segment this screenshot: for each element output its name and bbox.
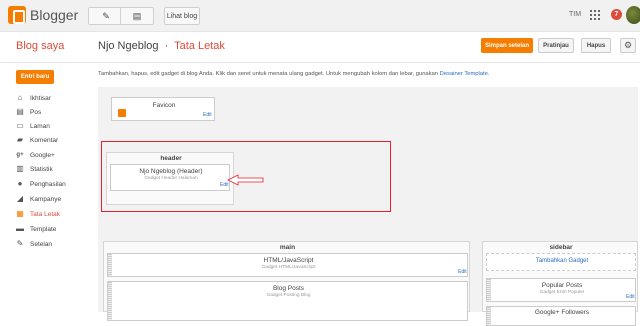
blog-posts-gadget[interactable]: Blog Posts Gadget Posting Blog [107,281,468,321]
main-section-label: main [279,244,296,251]
header-divider [0,62,640,63]
gadget-title: Google+ Followers [534,309,590,316]
wrench-icon: ✎ [16,239,24,248]
sidebar-item-komentar[interactable]: ▰ Komentar [16,134,58,146]
layout-icon: ▦ [16,209,24,218]
sidebar-item-statistik[interactable]: ▥ Statistik [16,163,53,175]
avatar[interactable] [626,6,640,24]
gadget-subtitle: Gadget Entri Populer [539,290,585,295]
add-gadget-slot[interactable]: Tambahkan Gadget [486,253,636,271]
app-title[interactable]: Blogger [30,7,78,23]
sidebar-item-template[interactable]: ▬ Template [16,223,56,235]
sidebar-item-label: Penghasilan [30,180,66,188]
popular-posts-gadget[interactable]: Popular Posts Gadget Entri Populer Edit [486,278,636,302]
template-icon: ▬ [16,224,24,233]
new-post-toolbar-button[interactable]: ✎ [88,7,124,25]
html-javascript-gadget[interactable]: HTML/JavaScript Gadget HTML/JavaScript E… [107,253,468,277]
sidebar-item-tata-letak[interactable]: ▦ Tata Letak [16,208,60,220]
sidebar-item-label: Statistik [30,165,53,173]
add-gadget-link[interactable]: Tambahkan Gadget [487,258,637,264]
page-title: Njo Ngeblog · Tata Letak [98,40,225,52]
gadget-title: HTML/JavaScript [263,257,314,264]
sidebar-item-label: Kampanye [30,195,62,203]
favicon-title: Favicon [152,102,176,109]
gadget-subtitle: Gadget Posting Blog [266,293,311,298]
save-settings-button[interactable]: Simpan setelan [481,38,533,53]
preview-button[interactable]: Pratinjau [538,38,574,53]
user-name[interactable]: TIM [569,11,581,18]
apps-grid-icon[interactable] [590,10,600,20]
blogger-logo-icon[interactable] [8,6,26,24]
title-separator: · [164,40,169,52]
sidebar-item-setelan[interactable]: ✎ Setelan [16,238,52,250]
sidebar-item-label: Pos [30,108,42,116]
description-end: . [487,71,490,77]
campaign-icon: ◢ [16,194,24,203]
blog-saya-link[interactable]: Blog saya [16,40,64,52]
comment-icon: ▰ [16,135,24,144]
sidebar-section: sidebar Tambahkan Gadget Popular Posts G… [482,241,638,326]
gadget-edit-link[interactable]: Edit [458,269,467,275]
sidebar-item-label: Google+ [30,151,55,159]
sidebar-item-label: Tata Letak [30,210,60,218]
sidebar-item-label: Laman [30,122,50,130]
favicon-gadget[interactable]: Favicon Edit [111,97,215,121]
sidebar-item-laman[interactable]: ▭ Laman [16,120,50,132]
google-followers-gadget[interactable]: Google+ Followers [486,306,636,326]
delete-button[interactable]: Hapus [581,38,611,53]
favicon-edit-link[interactable]: Edit [203,112,212,118]
blog-name: Njo Ngeblog [98,40,159,52]
gadget-subtitle: Gadget HTML/JavaScript [261,265,316,270]
sidebar-item-pos[interactable]: ▤ Pos [16,106,41,118]
pages-icon: ▤ [132,10,142,21]
stats-icon: ▥ [16,164,24,173]
top-bar: Blogger ✎ ▤ Lihat blog TIM 7 [0,0,640,32]
description-text: Tambahkan, hapus, edit gadget di blog An… [98,71,439,77]
notification-badge[interactable]: 7 [611,9,622,20]
pages-toolbar-button[interactable]: ▤ [120,7,154,25]
sidebar-item-label: Setelan [30,240,53,248]
sidebar-item-kampanye[interactable]: ◢ Kampanye [16,193,61,205]
layout-description: Tambahkan, hapus, edit gadget di blog An… [98,71,490,77]
earnings-icon: ● [17,179,23,188]
sidebar-item-penghasilan[interactable]: ● Penghasilan [16,178,66,190]
sidebar-item-label: Komentar [30,136,59,144]
sidebar-item-googleplus[interactable]: g+ Google+ [16,149,55,161]
settings-gear-button[interactable]: ⚙ [620,38,636,53]
pointer-arrow-icon [227,174,264,186]
posts-icon: ▤ [16,107,24,116]
view-blog-button[interactable]: Lihat blog [164,7,200,25]
sidebar-item-label: Template [30,225,57,233]
pages-icon: ▭ [16,121,24,130]
page-name: Tata Letak [174,40,225,52]
new-post-button[interactable]: Entri baru [16,70,54,84]
gadget-title: Popular Posts [541,282,583,289]
template-designer-link[interactable]: Desainer Template [440,71,488,77]
gear-icon: ⚙ [623,40,633,50]
sidebar-item-ikhtisar[interactable]: ⌂ Ikhtisar [16,92,51,104]
gadget-edit-link[interactable]: Edit [626,294,635,300]
gplus-icon: g+ [16,152,24,158]
pencil-icon: ✎ [102,10,110,21]
home-icon: ⌂ [17,93,23,102]
gadget-title: Blog Posts [272,285,305,292]
sidebar-section-label: sidebar [549,244,573,251]
blogger-favicon-icon [118,109,126,117]
sidebar-item-label: Ikhtisar [30,94,51,102]
main-section: main HTML/JavaScript Gadget HTML/JavaScr… [103,241,470,321]
